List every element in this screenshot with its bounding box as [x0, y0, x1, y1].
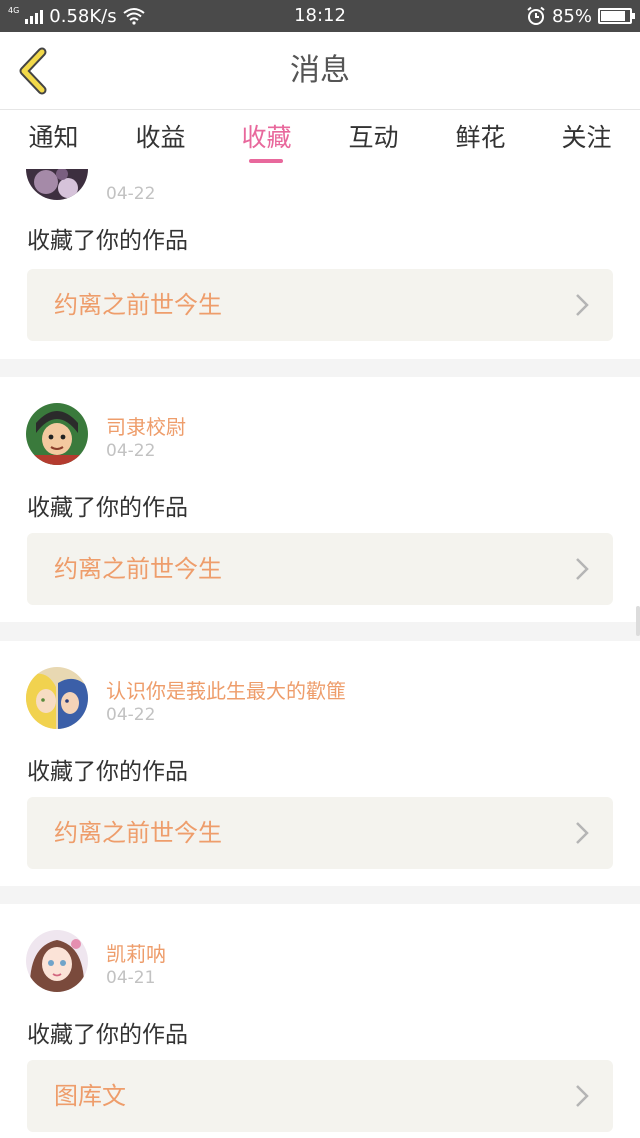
work-link[interactable]: 约离之前世今生	[27, 533, 613, 605]
tab-favorites[interactable]: 收藏	[213, 111, 320, 169]
work-title: 约离之前世今生	[54, 291, 222, 319]
status-bar: 4G 0.58K/s 18:12 85%	[0, 0, 640, 32]
tab-notifications[interactable]: 通知	[0, 111, 107, 169]
message-card: 认识你是莪此生最大的歡篚 04-22 收藏了你的作品 约离之前世今生	[0, 641, 640, 886]
message-date: 04-22	[106, 705, 156, 725]
work-link[interactable]: 约离之前世今生	[27, 269, 613, 341]
avatar[interactable]	[26, 930, 88, 992]
tab-flowers[interactable]: 鲜花	[427, 111, 534, 169]
message-feed[interactable]: 04-22 收藏了你的作品 约离之前世今生 司隶校尉 04-22 收藏了你的作品	[0, 169, 640, 1138]
message-text: 收藏了你的作品	[27, 759, 188, 785]
battery-icon	[598, 8, 635, 24]
chevron-right-icon	[576, 822, 589, 844]
page-title: 消息	[290, 53, 350, 88]
message-card: 凯莉呐 04-21 收藏了你的作品 图库文	[0, 904, 640, 1138]
battery-level	[601, 11, 625, 21]
message-text: 收藏了你的作品	[27, 228, 188, 254]
tab-earnings[interactable]: 收益	[107, 111, 214, 169]
status-right: 85%	[526, 0, 635, 32]
tab-bar: 通知 收益 收藏 互动 鲜花 关注	[0, 111, 640, 169]
message-date: 04-22	[106, 441, 156, 461]
message-date: 04-21	[106, 968, 156, 988]
tab-favorites-label: 收藏	[241, 123, 292, 152]
alarm-icon	[527, 6, 545, 25]
avatar[interactable]	[26, 169, 88, 200]
avatar-image	[26, 169, 88, 200]
chevron-right-icon	[576, 1085, 589, 1107]
message-text: 收藏了你的作品	[27, 1022, 188, 1048]
avatar[interactable]	[26, 403, 88, 465]
header: 消息	[0, 32, 640, 110]
message-date: 04-22	[106, 184, 156, 204]
avatar[interactable]	[26, 667, 88, 729]
active-tab-indicator	[249, 159, 283, 163]
message-text: 收藏了你的作品	[27, 495, 188, 521]
work-link[interactable]: 约离之前世今生	[27, 797, 613, 869]
message-card: 司隶校尉 04-22 收藏了你的作品 约离之前世今生	[0, 377, 640, 622]
work-title: 图库文	[54, 1082, 126, 1110]
avatar-image	[26, 403, 88, 465]
chevron-right-icon	[576, 294, 589, 316]
tab-following[interactable]: 关注	[533, 111, 640, 169]
message-card: 04-22 收藏了你的作品 约离之前世今生	[0, 169, 640, 359]
avatar-image	[26, 930, 88, 992]
user-name[interactable]: 认识你是莪此生最大的歡篚	[106, 675, 346, 704]
chevron-right-icon	[576, 558, 589, 580]
work-title: 约离之前世今生	[54, 819, 222, 847]
battery-percent: 85%	[551, 5, 592, 27]
work-title: 约离之前世今生	[54, 555, 222, 583]
tab-interactions[interactable]: 互动	[320, 111, 427, 169]
user-name[interactable]: 凯莉呐	[106, 938, 166, 967]
work-link[interactable]: 图库文	[27, 1060, 613, 1132]
user-name[interactable]: 司隶校尉	[106, 411, 186, 440]
scrollbar[interactable]	[636, 606, 640, 636]
avatar-image	[26, 667, 88, 729]
